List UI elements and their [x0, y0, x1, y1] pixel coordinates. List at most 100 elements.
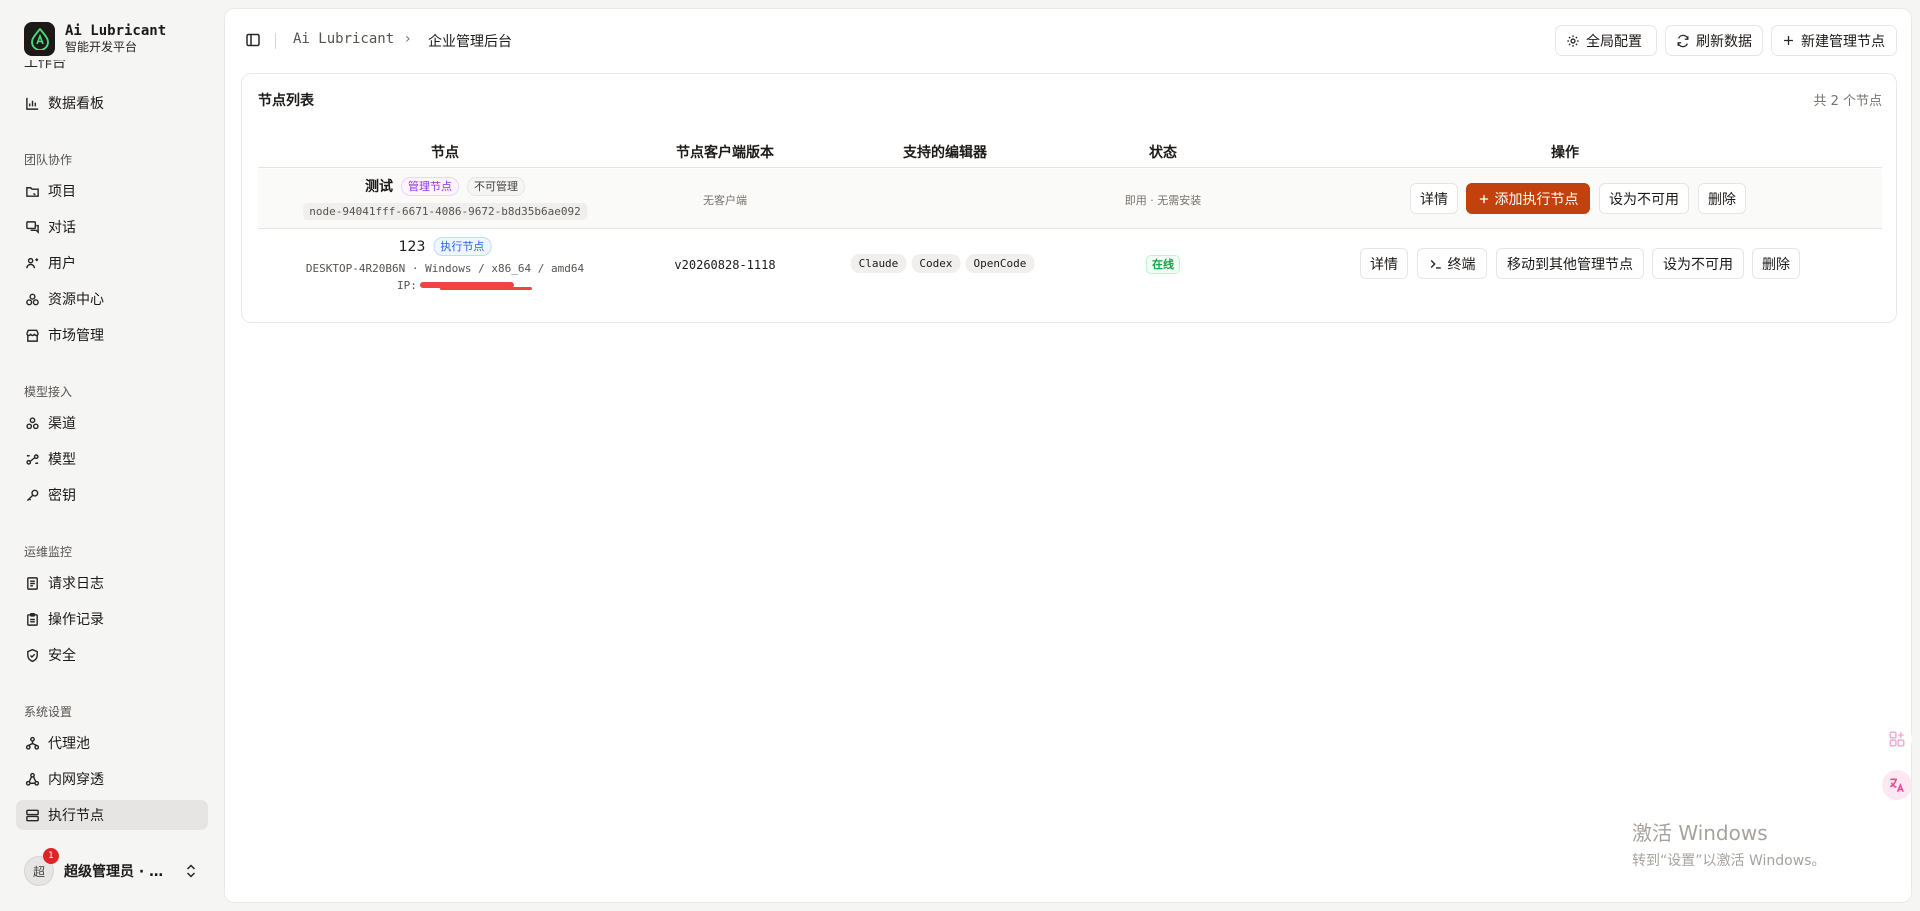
plus-icon: [1479, 194, 1488, 203]
brand[interactable]: Ai Lubricant 智能开发平台: [24, 22, 166, 56]
shield-icon: [24, 647, 40, 663]
nav-item-keys[interactable]: 密钥: [16, 480, 208, 510]
nav-item-exec-nodes[interactable]: 执行节点: [16, 800, 208, 830]
nav-item-projects[interactable]: 项目: [16, 176, 208, 206]
nav-item-resources[interactable]: 资源中心: [16, 284, 208, 314]
exec-node-tag: 执行节点: [433, 237, 492, 256]
user-name: 超级管理员 · …: [64, 864, 164, 880]
apps-icon: [1889, 731, 1905, 747]
nav-item-chat[interactable]: 对话: [16, 212, 208, 242]
delete-button[interactable]: 删除: [1698, 183, 1746, 214]
status-badge: 在线: [1146, 255, 1180, 274]
translate-float-button[interactable]: [1882, 770, 1912, 800]
editor-tag: Claude: [850, 254, 907, 273]
section-label: 团队协作: [24, 153, 73, 167]
nav-label: 对话: [48, 220, 76, 236]
bar-chart-icon: [24, 95, 40, 111]
details-button[interactable]: 详情: [1410, 183, 1458, 214]
brand-logo-icon: [24, 22, 55, 56]
gear-icon: [1567, 34, 1579, 47]
global-config-button[interactable]: 全局配置: [1555, 25, 1657, 56]
nav-item-proxy-pool[interactable]: 代理池: [16, 728, 208, 758]
folder-icon: [24, 183, 40, 199]
sidebar-toggle-icon[interactable]: [245, 32, 261, 48]
section-label: 运维监控: [24, 545, 73, 559]
card-title: 节点列表: [258, 93, 314, 109]
table-row: 123 执行节点 DESKTOP-4R20B6N · Windows / x86…: [258, 230, 1882, 302]
editor-tags: Claude Codex OpenCode: [850, 254, 1040, 273]
terminal-button[interactable]: 终端: [1417, 248, 1487, 279]
plus-icon: [1784, 36, 1793, 45]
nav-item-operation-records[interactable]: 操作记录: [16, 604, 208, 634]
divider: [275, 33, 276, 49]
column-header: 状态: [1149, 145, 1177, 161]
nav-label: 密钥: [48, 488, 76, 504]
windows-activation-watermark: 激活 Windows 转到“设置”以激活 Windows。: [1632, 821, 1826, 869]
nav-item-market[interactable]: 市场管理: [16, 320, 208, 350]
log-icon: [24, 575, 40, 591]
nav-label: 代理池: [48, 736, 90, 752]
nav-label: 项目: [48, 184, 76, 200]
nav-label: 用户: [48, 256, 76, 272]
breadcrumb-current: 企业管理后台: [428, 34, 512, 50]
key-icon: [24, 487, 40, 503]
node-status: 即用 · 无需安装: [1124, 194, 1202, 207]
node-host-info: DESKTOP-4R20B6N · Windows / x86_64 / amd…: [305, 262, 585, 275]
manager-node-tag: 管理节点: [401, 176, 459, 196]
nav-item-request-logs[interactable]: 请求日志: [16, 568, 208, 598]
users-icon: [24, 255, 40, 271]
client-version: 无客户端: [703, 194, 747, 207]
user-menu[interactable]: 超 1 超级管理员 · …: [16, 848, 208, 888]
section-label: 模型接入: [24, 385, 73, 399]
breadcrumb-separator-icon: ›: [405, 31, 411, 47]
nav-item-tunnel[interactable]: 内网穿透: [16, 764, 208, 794]
nav-label: 资源中心: [48, 292, 104, 308]
disable-button[interactable]: 设为不可用: [1599, 183, 1689, 214]
nav-label: 模型: [48, 452, 76, 468]
refresh-button[interactable]: 刷新数据: [1665, 25, 1763, 56]
store-icon: [24, 327, 40, 343]
editor-tag: Codex: [911, 254, 961, 273]
disable-button[interactable]: 设为不可用: [1652, 248, 1744, 279]
details-button[interactable]: 详情: [1360, 248, 1408, 279]
nav-label: 内网穿透: [48, 772, 104, 788]
chevrons-up-down-icon: [184, 863, 198, 883]
node-count: 共 2 个节点: [1813, 94, 1882, 109]
nav-label: 安全: [48, 648, 76, 664]
resources-icon: [24, 291, 40, 307]
nav-label: 市场管理: [48, 328, 104, 344]
node-name: 测试: [365, 179, 393, 195]
column-header: 节点客户端版本: [676, 145, 774, 161]
model-icon: [24, 451, 40, 467]
refresh-icon: [1677, 34, 1689, 47]
nav-label: 数据看板: [48, 96, 104, 112]
avatar: 超 1: [24, 848, 59, 886]
translate-icon: [1889, 778, 1904, 793]
section-label: 系统设置: [24, 705, 73, 719]
nav-item-users[interactable]: 用户: [16, 248, 208, 278]
breadcrumb-root[interactable]: Ai Lubricant: [293, 31, 394, 47]
server-icon: [24, 807, 40, 823]
nav-item-models[interactable]: 模型: [16, 444, 208, 474]
nav-item-channels[interactable]: 渠道: [16, 408, 208, 438]
nav-label: 操作记录: [48, 612, 104, 628]
redaction-mark: [440, 287, 532, 290]
chat-icon: [24, 219, 40, 235]
column-header: 节点: [431, 145, 459, 161]
unmanageable-tag: 不可管理: [467, 176, 525, 196]
nav-item-dashboard[interactable]: 数据看板: [16, 88, 208, 118]
nav-item-partial[interactable]: 工作台: [24, 60, 144, 72]
move-node-button[interactable]: 移动到其他管理节点: [1496, 248, 1644, 279]
new-manager-node-button[interactable]: 新建管理节点: [1771, 25, 1897, 56]
terminal-icon: [1430, 259, 1441, 269]
brand-title: Ai Lubricant: [65, 23, 167, 39]
node-list-card: 节点列表 共 2 个节点 节点 节点客户端版本 支持的编辑器 状态 操作 测试 …: [241, 73, 1897, 323]
client-version: v20260828-1118: [674, 258, 776, 272]
apps-float-button[interactable]: [1882, 724, 1912, 754]
channel-icon: [24, 415, 40, 431]
node-id: node-94041fff-6671-4086-9672-b8d35b6ae09…: [303, 203, 587, 220]
delete-button[interactable]: 删除: [1752, 248, 1800, 279]
notification-badge: 1: [43, 848, 59, 864]
nav-item-security[interactable]: 安全: [16, 640, 208, 670]
add-exec-node-button[interactable]: 添加执行节点: [1466, 183, 1590, 214]
